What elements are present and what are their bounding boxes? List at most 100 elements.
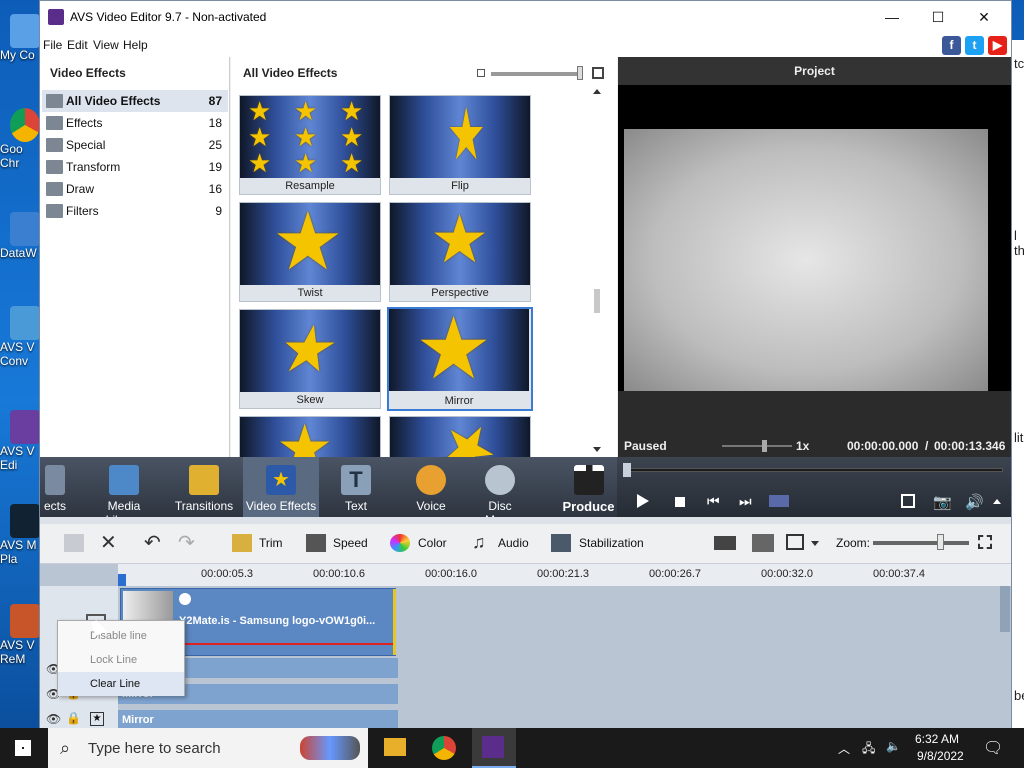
zoom-slider-handle[interactable] — [937, 534, 944, 550]
youtube-icon[interactable]: ▶ — [988, 36, 1007, 55]
thumbnail-size-slider[interactable] — [491, 72, 579, 76]
split-icon[interactable] — [714, 536, 736, 550]
effect-tile-resample[interactable]: ★ ★ ★ ★ ★ ★ ★ ★ ★ Resample — [239, 95, 381, 195]
effect-track-icon[interactable]: ★ — [90, 712, 104, 726]
stabilization-icon[interactable] — [551, 534, 571, 552]
playhead[interactable] — [118, 574, 126, 586]
menu-file[interactable]: File — [43, 38, 62, 52]
video-preview[interactable] — [618, 85, 1011, 391]
trim-button[interactable]: Trim — [259, 536, 283, 550]
speed-button[interactable]: Speed — [333, 536, 368, 550]
effect-track-item[interactable]: Mirror — [118, 710, 398, 730]
effect-tile-twist[interactable]: ★ Twist — [239, 202, 381, 302]
menu-item-disable-line[interactable]: Disable line — [58, 624, 184, 648]
twitter-icon[interactable]: t — [965, 36, 984, 55]
seek-bar[interactable] — [627, 468, 1003, 472]
large-thumb-icon[interactable] — [592, 67, 604, 79]
category-all-video-effects[interactable]: All Video Effects 87 — [42, 90, 228, 112]
effect-tile-skew[interactable]: ★ Skew — [239, 309, 381, 409]
menu-help[interactable]: Help — [123, 38, 148, 52]
snapshot-to-timeline-icon[interactable] — [769, 495, 789, 507]
speaker-icon[interactable]: 🔈 — [886, 739, 901, 753]
category-transform[interactable]: Transform 19 — [42, 156, 228, 178]
scrollbar-thumb[interactable] — [594, 289, 600, 313]
clip-trim-handle[interactable] — [393, 589, 396, 655]
chrome-icon[interactable] — [432, 736, 456, 760]
lock-icon[interactable]: 🔒 — [66, 711, 81, 725]
effect-tile-mirror[interactable]: ★ Mirror — [387, 307, 533, 411]
desktop-icon-dataw[interactable]: DataW — [0, 212, 40, 260]
storyboard-icon[interactable] — [64, 534, 84, 552]
color-button[interactable]: Color — [418, 536, 447, 550]
delete-icon[interactable]: ✕ — [100, 530, 117, 555]
toolbar-video-effects[interactable]: ★ Video Effects — [243, 457, 319, 517]
speed-icon[interactable] — [306, 534, 326, 552]
menu-edit[interactable]: Edit — [67, 38, 88, 52]
taskbar-avs-editor[interactable] — [472, 728, 516, 768]
color-icon[interactable] — [390, 534, 410, 552]
small-thumb-icon[interactable] — [477, 69, 485, 77]
eye-icon[interactable]: 👁 — [46, 712, 61, 726]
previous-frame-icon[interactable]: ⏮ — [707, 493, 720, 510]
category-special[interactable]: Special 25 — [42, 134, 228, 156]
toolbar-disc-menu[interactable]: Disc Menu — [472, 457, 528, 527]
zoom-slider[interactable] — [873, 541, 969, 545]
close-button[interactable]: ✕ — [961, 1, 1007, 33]
desktop-icon-computer[interactable]: My Co — [0, 14, 40, 62]
notifications-icon[interactable]: 🗨 — [983, 738, 1003, 758]
network-icon[interactable]: 🖧 — [862, 739, 875, 760]
toolbar-voice[interactable]: Voice — [406, 457, 456, 517]
menu-view[interactable]: View — [93, 38, 119, 52]
audio-icon[interactable]: ♫ — [472, 532, 486, 553]
desktop-icon-avs-editor[interactable]: AVS V Edi — [0, 410, 40, 472]
audio-button[interactable]: Audio — [498, 536, 529, 550]
facebook-icon[interactable]: f — [942, 36, 961, 55]
scroll-down-arrow-icon[interactable] — [593, 447, 601, 452]
scroll-up-arrow-icon[interactable] — [593, 89, 601, 94]
produce-button[interactable]: Produce — [560, 457, 617, 517]
tray-chevron-icon[interactable]: ︿ — [838, 740, 850, 757]
category-filters[interactable]: Filters 9 — [42, 200, 228, 222]
title-bar[interactable]: AVS Video Editor 9.7 - Non-activated — ☐… — [40, 1, 1011, 33]
volume-icon[interactable]: 🔊 — [965, 493, 984, 511]
clock-time[interactable]: 6:32 AM — [915, 732, 959, 746]
search-box[interactable]: ⌕ Type here to search — [48, 728, 368, 768]
timeline-ruler[interactable]: 00:00:05.3 00:00:10.6 00:00:16.0 00:00:2… — [118, 564, 1011, 586]
fullscreen-icon[interactable] — [901, 494, 915, 508]
effect-tile-flip[interactable]: ★ Flip — [389, 95, 531, 195]
minimize-button[interactable]: — — [869, 1, 915, 33]
toolbar-item-effects[interactable]: ects — [40, 457, 70, 517]
redo-icon[interactable]: ↷ — [178, 530, 195, 555]
toolbar-text[interactable]: T Text — [331, 457, 381, 517]
effect-tile-perspective[interactable]: ★ Perspective — [389, 202, 531, 302]
slider-handle[interactable] — [577, 66, 583, 80]
undo-icon[interactable]: ↶ — [144, 530, 161, 555]
speed-slider-handle[interactable] — [762, 440, 767, 452]
effect-tile[interactable]: ★ — [389, 416, 531, 458]
stop-icon[interactable] — [675, 497, 685, 507]
monitor-dropdown-icon[interactable] — [811, 541, 819, 546]
trim-icon[interactable] — [232, 534, 252, 552]
next-frame-icon[interactable]: ⏭ — [739, 493, 752, 510]
maximize-button[interactable]: ☐ — [915, 1, 961, 33]
volume-dropdown-icon[interactable] — [993, 499, 1001, 504]
desktop-icon-avs-player[interactable]: AVS M Pla — [0, 504, 40, 566]
desktop-icon-avs-converter[interactable]: AVS V Conv — [0, 306, 40, 368]
stabilization-button[interactable]: Stabilization — [579, 536, 644, 550]
desktop-icon-avs-remaker[interactable]: AVS V ReM — [0, 604, 40, 666]
desktop-icon-chrome[interactable]: Goo Chr — [0, 108, 40, 170]
zoom-fit-icon[interactable] — [978, 535, 992, 549]
play-icon[interactable] — [637, 494, 649, 508]
seek-handle[interactable] — [623, 463, 631, 477]
monitor-icon[interactable] — [786, 534, 804, 550]
menu-item-clear-line[interactable]: Clear Line — [58, 672, 184, 696]
audio-mixer-icon[interactable] — [752, 534, 774, 552]
speed-slider[interactable] — [722, 445, 792, 447]
timeline[interactable]: 00:00:05.3 00:00:10.6 00:00:16.0 00:00:2… — [40, 564, 1011, 730]
menu-item-lock-line[interactable]: Lock Line — [58, 648, 184, 672]
start-windows-icon[interactable] — [15, 740, 31, 756]
camera-icon[interactable]: 📷 — [933, 493, 952, 511]
toolbar-transitions[interactable]: Transitions — [172, 457, 236, 517]
file-explorer-icon[interactable] — [384, 738, 406, 756]
timeline-scrollbar[interactable] — [1000, 586, 1010, 632]
